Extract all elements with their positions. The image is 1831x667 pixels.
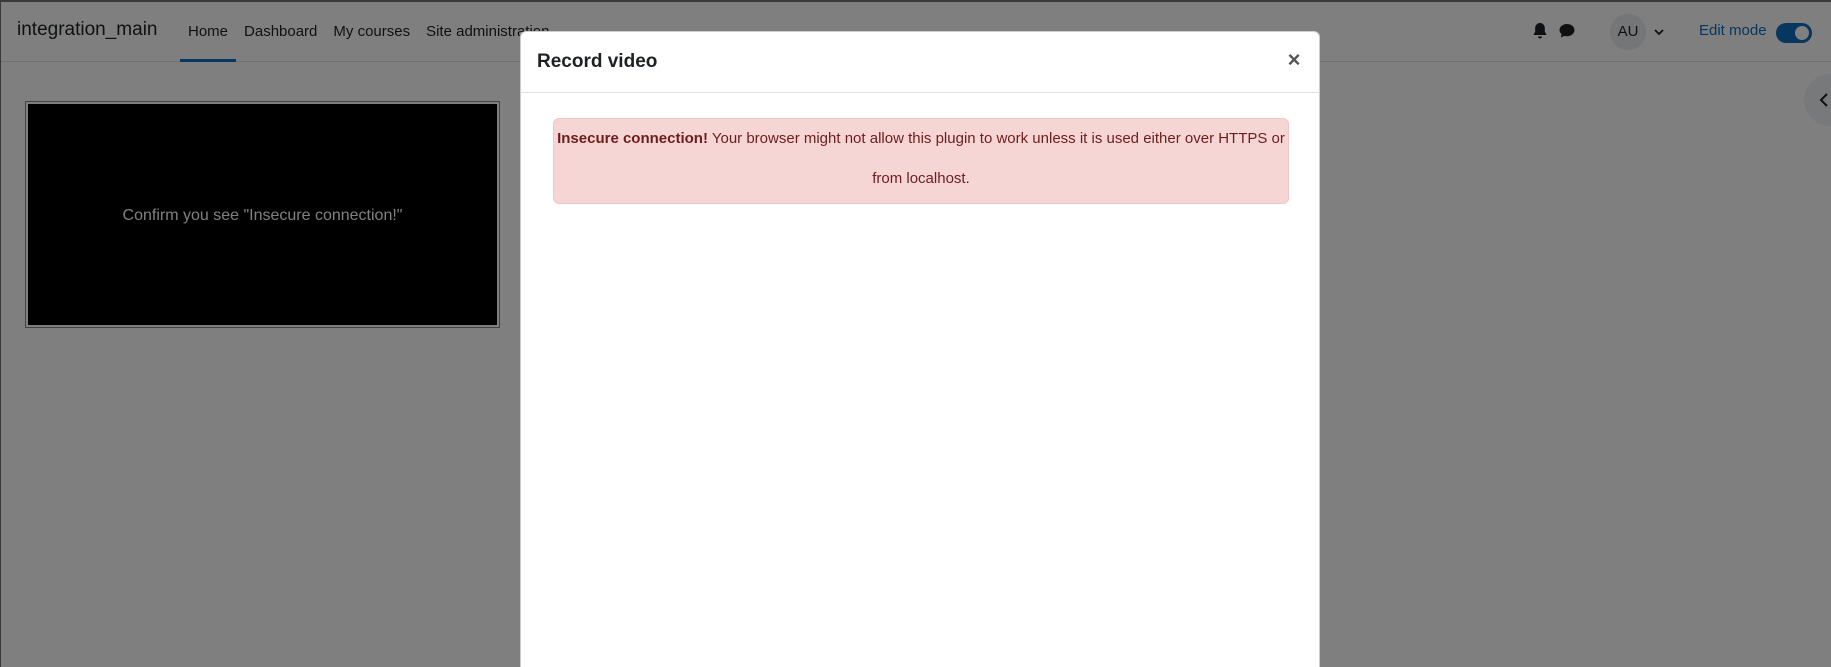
- frame-edge: [0, 0, 1, 667]
- alert-message: Your browser might not allow this plugin…: [707, 130, 1285, 187]
- alert-heading: Insecure connection!: [557, 130, 708, 147]
- frame-edge: [0, 0, 1831, 2]
- record-video-modal: Record video × Insecure connection! Your…: [520, 31, 1320, 667]
- modal-header: Record video ×: [521, 32, 1319, 93]
- insecure-connection-alert: Insecure connection! Your browser might …: [553, 118, 1289, 204]
- modal-title: Record video: [537, 51, 658, 72]
- close-button[interactable]: ×: [1283, 49, 1305, 72]
